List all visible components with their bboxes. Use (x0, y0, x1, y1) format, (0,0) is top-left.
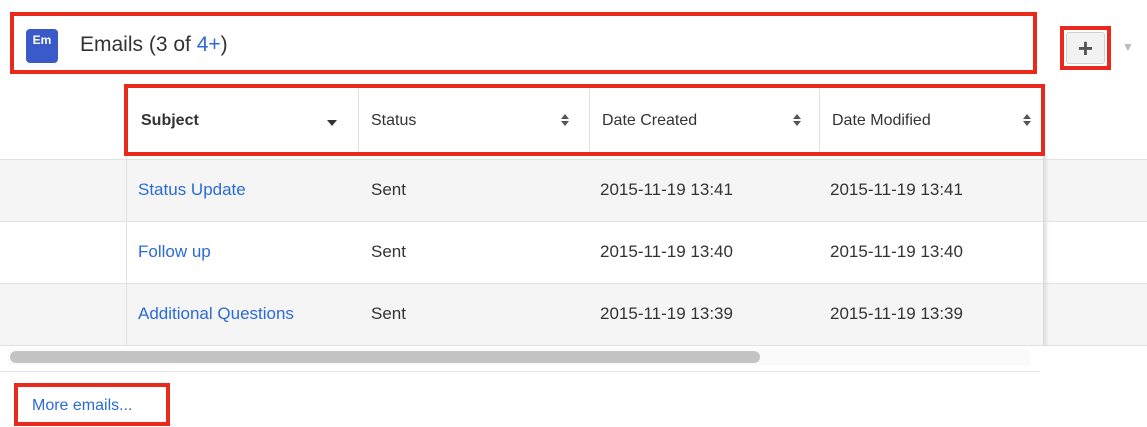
email-date-created: 2015-11-19 13:41 (600, 180, 733, 199)
email-status: Sent (371, 304, 406, 323)
row-divider (0, 221, 1147, 222)
emails-module-icon: Em (26, 29, 58, 63)
sort-both-icon[interactable] (1021, 112, 1033, 128)
caret-down-icon[interactable] (326, 114, 338, 130)
row-divider (0, 283, 1147, 284)
email-subject-link[interactable]: Additional Questions (138, 304, 294, 324)
column-header-status[interactable]: Status (371, 112, 416, 130)
sort-both-icon[interactable] (559, 112, 571, 128)
email-date-created: 2015-11-19 13:39 (600, 304, 733, 323)
subpanel-title[interactable]: Emails (3 of 4+) (80, 33, 228, 57)
subpanel-title-suffix: ) (220, 33, 228, 56)
email-date-modified: 2015-11-19 13:41 (830, 180, 963, 199)
column-header-date-modified[interactable]: Date Modified (832, 112, 931, 130)
email-status: Sent (371, 242, 406, 261)
email-date-modified: 2015-11-19 13:39 (830, 304, 963, 323)
create-email-button[interactable]: + (1066, 32, 1105, 64)
more-emails-link[interactable]: More emails... (32, 397, 132, 415)
email-status: Sent (371, 180, 406, 199)
column-header-date-created[interactable]: Date Created (602, 112, 697, 130)
column-header-subject[interactable]: Subject (141, 112, 199, 130)
table-bottom-divider (0, 371, 1040, 372)
email-date-modified: 2015-11-19 13:40 (830, 242, 963, 261)
actions-dropdown-caret-icon[interactable]: ▼ (1118, 36, 1138, 58)
record-count-link[interactable]: 4+ (197, 33, 221, 56)
email-subject-link[interactable]: Follow up (138, 242, 211, 262)
email-date-created: 2015-11-19 13:40 (600, 242, 733, 261)
pinned-column-shadow (1043, 156, 1049, 346)
subpanel-title-prefix: Emails (3 of (80, 33, 197, 56)
row-divider (0, 159, 1147, 160)
scrollbar-thumb[interactable] (10, 351, 760, 363)
email-subject-link[interactable]: Status Update (138, 180, 246, 200)
sort-both-icon[interactable] (791, 112, 803, 128)
row-divider (0, 345, 1147, 346)
